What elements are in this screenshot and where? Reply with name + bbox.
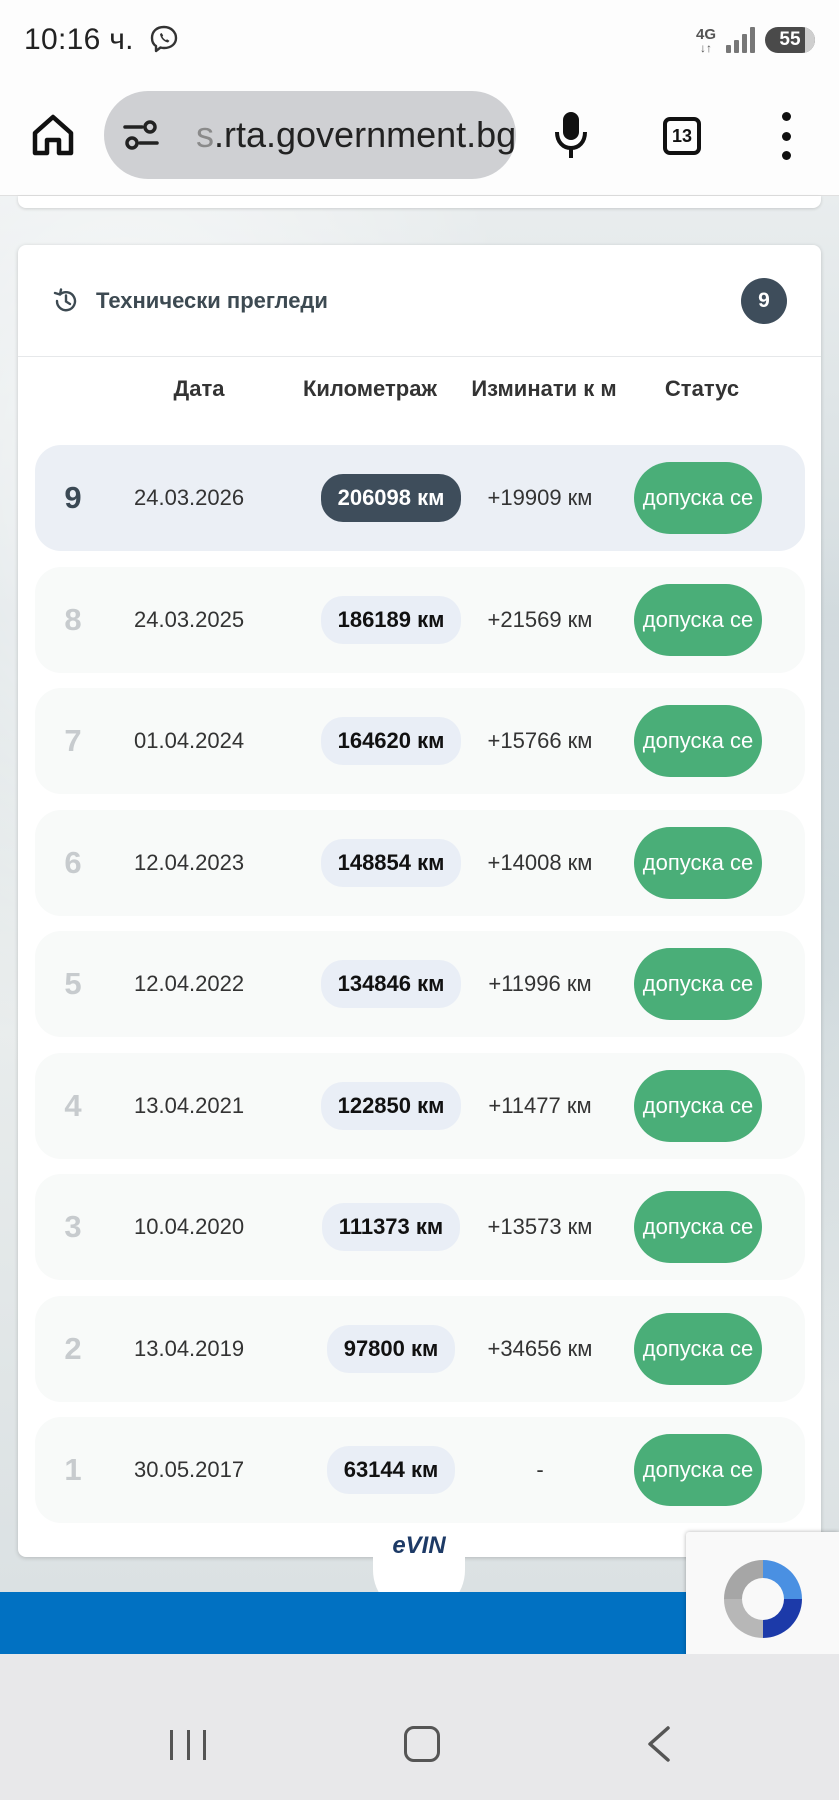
recaptcha-badge[interactable] [686, 1532, 839, 1664]
mileage-pill: 206098 км [320, 474, 462, 522]
status-badge: допуска се [634, 462, 762, 534]
row-distance: +11996 км [488, 971, 592, 996]
network-type: 4G [695, 25, 716, 43]
table-row: 2 13.04.2019 97800 км +34656 км допуска се [35, 1295, 805, 1402]
row-distance: +21569 км [487, 606, 593, 632]
row-number: 3 [64, 1209, 82, 1244]
mileage-pill: 148854 км [320, 838, 462, 887]
row-distance: +11477 км [488, 1092, 592, 1118]
row-number: 6 [64, 844, 82, 880]
mileage-pill: 186189 км [320, 595, 462, 644]
inspections-card: Технически прегледи 9 Дата Километраж Из… [18, 245, 821, 1557]
column-header-mileage: Километраж [302, 376, 438, 401]
row-date: 01.04.2024 [134, 728, 245, 753]
more-menu-icon[interactable] [774, 112, 798, 160]
table-row: 1 30.05.2017 63144 км - допуска се [35, 1417, 805, 1523]
tab-switcher-button[interactable]: 13 [663, 117, 701, 155]
mileage-pill: 122850 км [320, 1081, 462, 1130]
system-nav-bar [0, 1654, 839, 1800]
row-date: 24.03.2026 [134, 485, 245, 510]
data-arrows-icon: ↓↑ [699, 40, 712, 55]
mileage-pill: 111373 км [321, 1203, 461, 1251]
url-bar[interactable]: s.rta.government.bg [104, 91, 516, 179]
home-icon[interactable] [30, 112, 76, 158]
table-row: 6 12.04.2023 148854 км +14008 км допуска се [35, 809, 805, 916]
card-title: Технически прегледи [96, 287, 328, 313]
row-distance: +13573 км [487, 1214, 593, 1239]
status-time: 10:16 ч. [24, 23, 134, 56]
status-badge: допуска се [634, 1434, 762, 1506]
row-mileage: 164620 км [315, 688, 467, 794]
battery-level: 55 [779, 29, 801, 50]
row-number: 9 [64, 480, 82, 515]
row-number: 5 [64, 966, 82, 1001]
count-badge: 9 [741, 277, 787, 324]
back-icon[interactable] [640, 1724, 680, 1764]
browser-toolbar: s.rta.government.bg 13 [0, 80, 839, 196]
row-distance: +34656 км [487, 1335, 593, 1361]
column-header-date: Дата [173, 376, 225, 401]
row-distance: +14008 км [487, 849, 593, 875]
row-date: 13.04.2019 [134, 1335, 245, 1361]
row-mileage: 97800 км [315, 1296, 467, 1402]
row-distance: +15766 км [487, 728, 593, 753]
mileage-pill: 97800 км [326, 1324, 456, 1373]
row-mileage: 63144 км [315, 1417, 467, 1523]
table-row: 5 12.04.2022 134846 км +11996 км допуска се [35, 931, 805, 1037]
status-bar: 10:16 ч. 4G ↓↑ 55 [0, 0, 839, 80]
row-date: 12.04.2023 [134, 849, 245, 875]
battery-icon: 55 [765, 27, 815, 53]
history-icon [53, 287, 77, 311]
row-mileage: 148854 км [315, 810, 467, 916]
table-row: 4 13.04.2021 122850 км +11477 км допуска се [35, 1052, 805, 1159]
row-mileage: 134846 км [315, 931, 467, 1037]
status-badge: допуска се [634, 705, 762, 777]
site-settings-icon[interactable] [122, 116, 160, 154]
status-badge: допуска се [634, 583, 762, 656]
status-badge: допуска се [634, 948, 762, 1020]
mileage-pill: 134846 км [320, 960, 462, 1008]
column-header-status: Статус [664, 376, 740, 401]
home-nav-icon[interactable] [404, 1726, 440, 1762]
row-number: 1 [64, 1452, 82, 1487]
viber-icon [150, 25, 177, 53]
row-mileage: 111373 км [315, 1174, 467, 1280]
row-mileage: 206098 км [315, 445, 467, 551]
inspections-list: 9 24.03.2026 206098 км +19909 км допуска се 8… [35, 445, 805, 1539]
table-row: 7 01.04.2024 164620 км +15766 км допуска се [35, 688, 805, 794]
column-header-distance: Изминати к м [471, 376, 617, 401]
row-number: 2 [64, 1330, 82, 1366]
recent-apps-icon[interactable] [170, 1730, 206, 1760]
row-date: 10.04.2020 [134, 1214, 245, 1239]
table-row: 9 24.03.2026 206098 км +19909 км допуска се [35, 445, 805, 551]
signal-icon [726, 27, 755, 53]
status-badge: допуска се [634, 1312, 762, 1385]
mileage-pill: 164620 км [320, 717, 462, 765]
recaptcha-icon [724, 1560, 802, 1638]
table-row: 8 24.03.2025 186189 км +21569 км допуска се [35, 566, 805, 673]
row-mileage: 122850 км [315, 1053, 467, 1159]
status-badge: допуска се [634, 1069, 762, 1142]
row-mileage: 186189 км [315, 567, 467, 673]
url-text: s.rta.government.bg [196, 114, 516, 155]
row-date: 12.04.2022 [134, 971, 245, 996]
row-date: 24.03.2025 [134, 606, 245, 632]
mileage-pill: 63144 км [326, 1446, 456, 1494]
status-badge: допуска се [634, 1191, 762, 1263]
row-date: 30.05.2017 [134, 1457, 245, 1482]
table-row: 3 10.04.2020 111373 км +13573 км допуска се [35, 1174, 805, 1280]
status-badge: допуска се [634, 826, 762, 899]
microphone-icon[interactable] [553, 110, 589, 160]
row-distance: +19909 км [487, 485, 593, 510]
row-date: 13.04.2021 [134, 1092, 245, 1118]
row-number: 4 [64, 1087, 82, 1123]
card-header: Технически прегледи 9 [18, 245, 821, 357]
row-number: 7 [64, 723, 82, 758]
row-number: 8 [64, 601, 82, 637]
previous-card-edge [18, 196, 821, 208]
row-distance: - [536, 1457, 544, 1482]
